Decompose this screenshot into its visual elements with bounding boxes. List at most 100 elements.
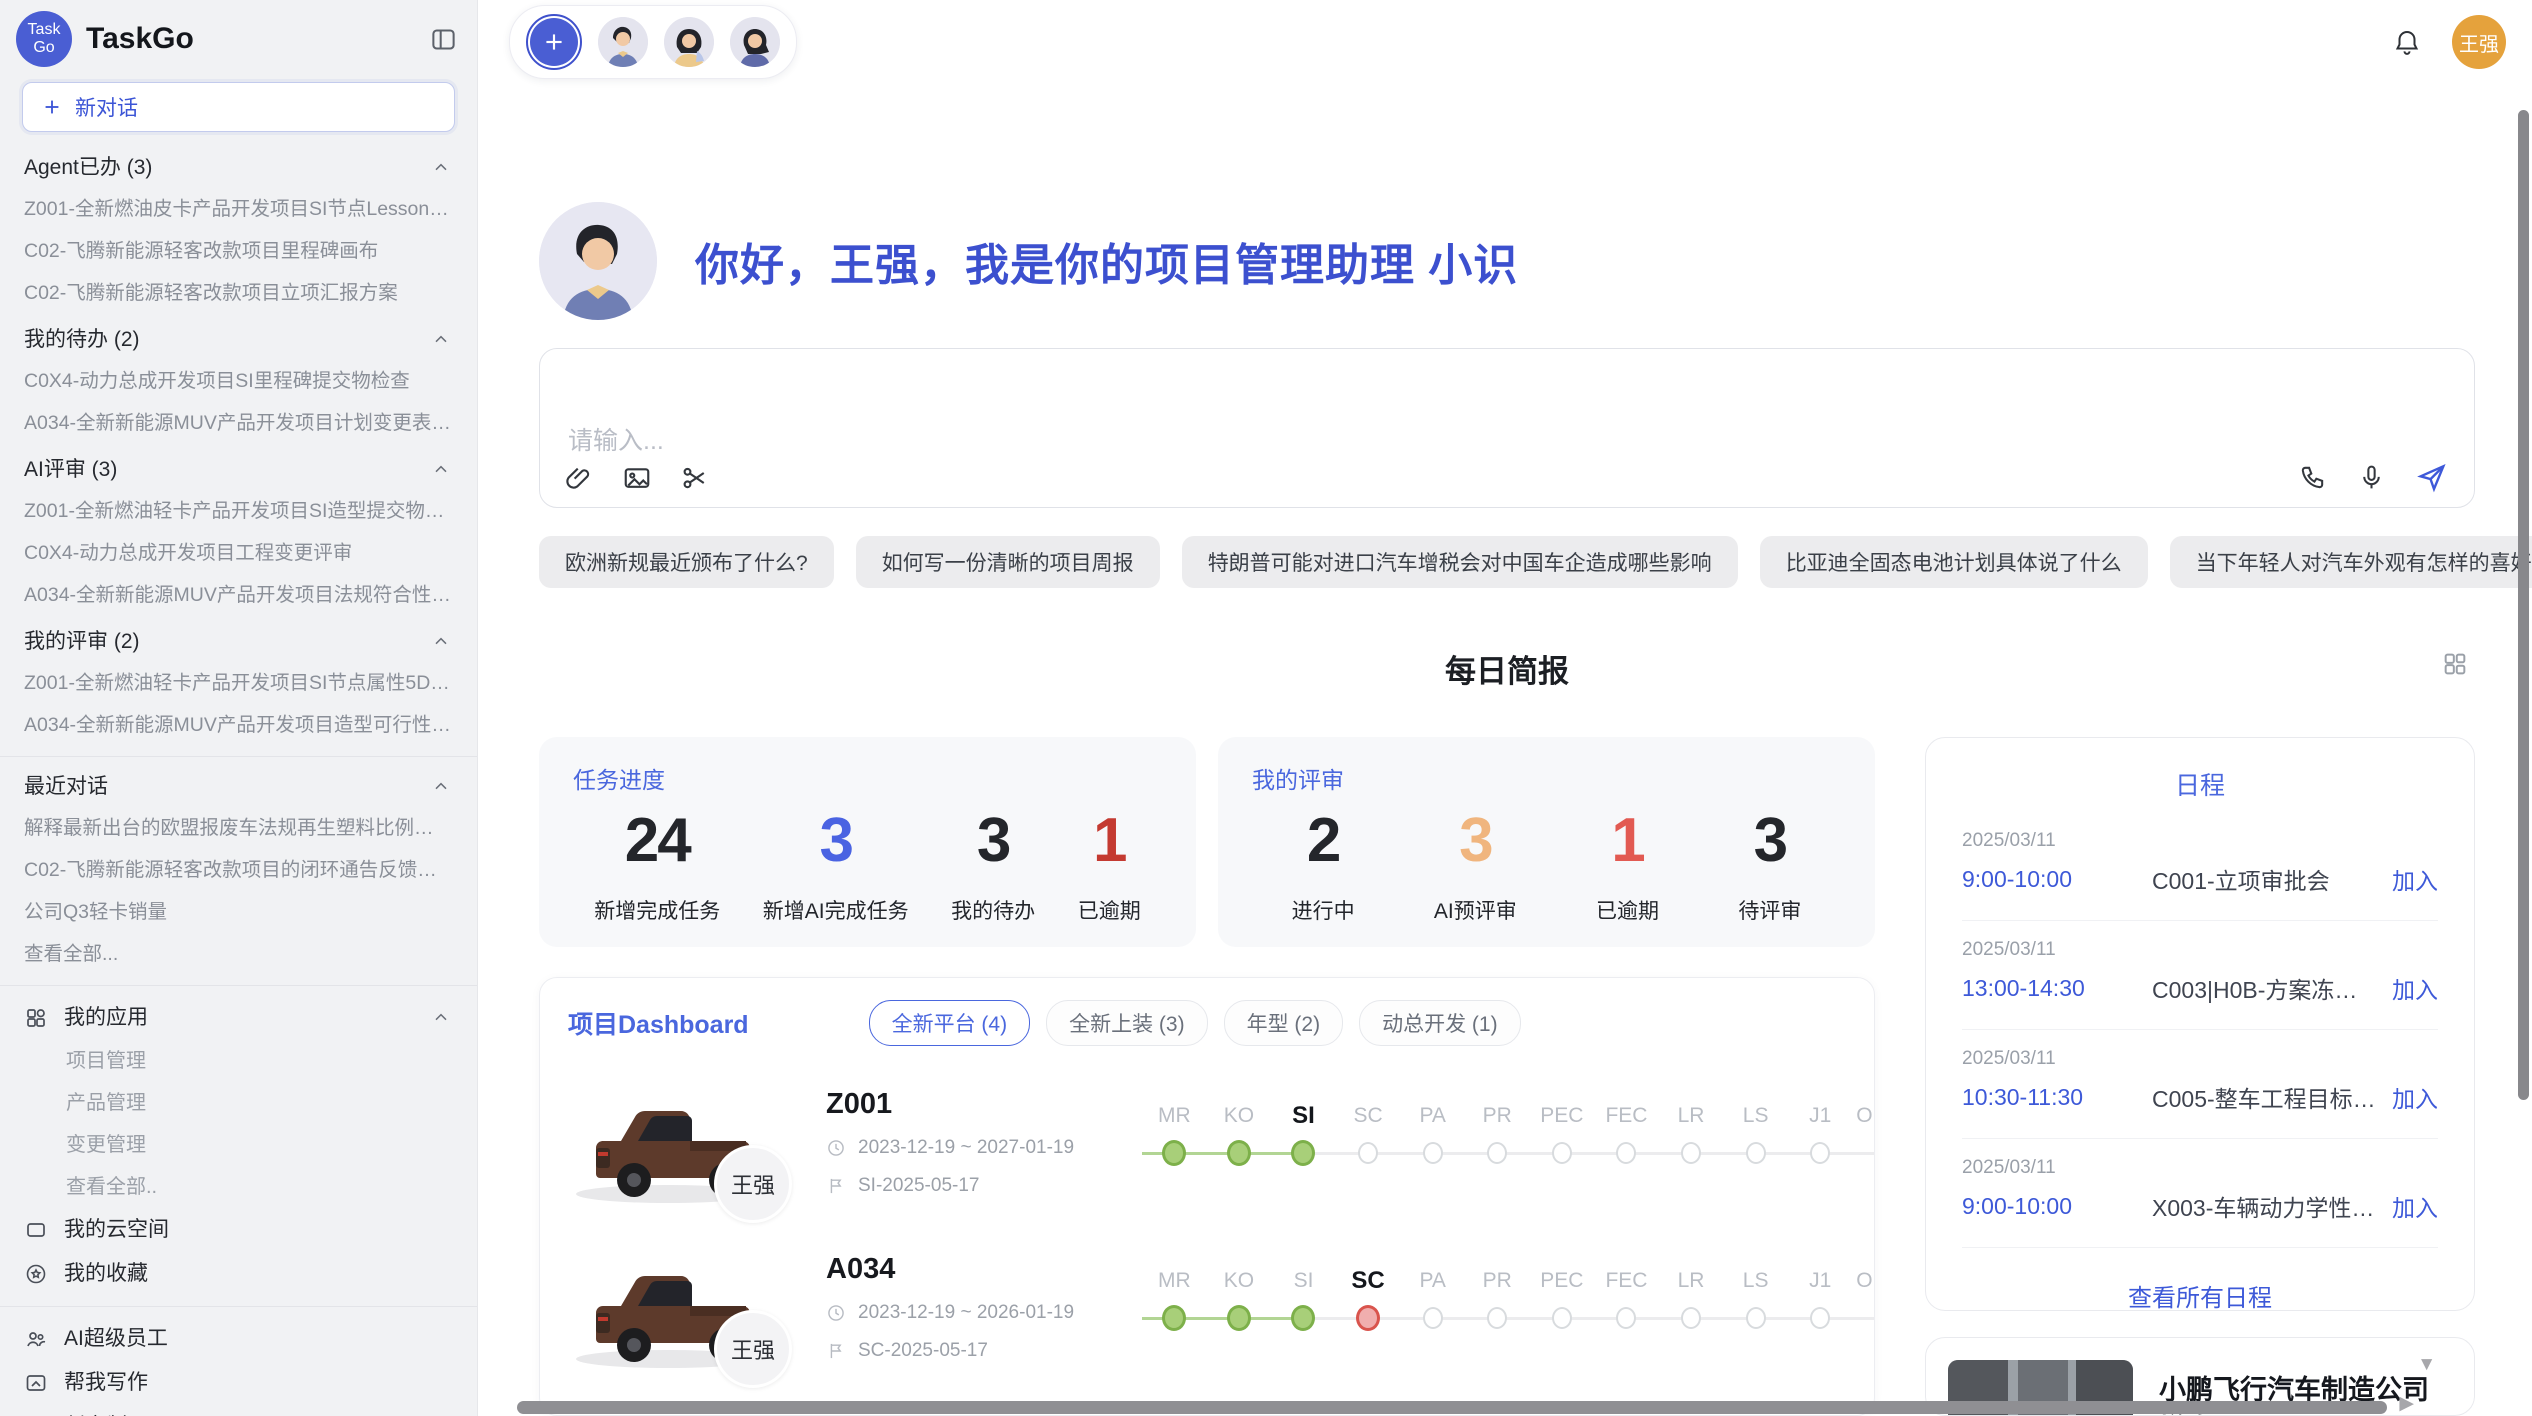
milestone-label: KO: [1224, 1100, 1254, 1132]
dashboard-filter-chip[interactable]: 全新上装 (3): [1046, 1000, 1208, 1046]
creative-draw-label: 创意制图: [64, 1405, 148, 1416]
image-upload-icon[interactable]: [622, 463, 652, 493]
join-meeting-link[interactable]: 加入: [2392, 862, 2438, 896]
sidebar-item-help-write[interactable]: 帮我写作: [0, 1361, 477, 1405]
conversation-item[interactable]: A034-全新新能源MUV产品开发项目计划变更表编写: [0, 402, 477, 444]
project-owner-badge: 王强: [714, 1310, 792, 1388]
recent-header[interactable]: 最近对话: [0, 767, 477, 807]
section-label: 我的评审 (2): [24, 622, 140, 662]
app-subitem[interactable]: 查看全部..: [0, 1166, 477, 1208]
milestone-label: KO: [1224, 1265, 1254, 1297]
conversation-item[interactable]: C0X4-动力总成开发项目SI里程碑提交物检查: [0, 360, 477, 402]
vertical-scrollbar[interactable]: [2518, 110, 2529, 1100]
assistant-avatar-3[interactable]: [730, 17, 780, 67]
project-code: A034: [826, 1253, 1126, 1286]
sidebar-item-cloud-space[interactable]: 我的云空间: [0, 1208, 477, 1252]
app-subitem[interactable]: 项目管理: [0, 1040, 477, 1082]
schedule-time: 9:00-10:00: [1962, 1193, 2152, 1220]
suggestion-chip[interactable]: 特朗普可能对进口汽车增税会对中国车企造成哪些影响: [1182, 536, 1738, 588]
divider: [0, 756, 477, 757]
horizontal-scrollbar[interactable]: [517, 1401, 2387, 1414]
conversation-item[interactable]: C02-飞腾新能源轻客改款项目里程碑画布: [0, 230, 477, 272]
add-assistant-button[interactable]: [530, 18, 578, 66]
user-avatar[interactable]: 王强: [2452, 15, 2506, 69]
scroll-down-arrow[interactable]: ▼: [2417, 1354, 2436, 1376]
section-header-3[interactable]: 我的评审 (2): [0, 622, 477, 662]
phone-call-icon[interactable]: [2298, 463, 2327, 492]
suggestion-chip[interactable]: 比亚迪全固态电池计划具体说了什么: [1760, 536, 2148, 588]
assistant-avatar-2[interactable]: [664, 17, 714, 67]
dashboard-filter-chip[interactable]: 年型 (2): [1224, 1000, 1344, 1046]
scissors-icon[interactable]: [680, 463, 710, 493]
chevron-up-icon[interactable]: [431, 460, 451, 480]
milestone: SI: [1271, 1265, 1336, 1331]
milestone-label: MR: [1158, 1265, 1191, 1297]
stat-card-title: 我的评审: [1252, 761, 1841, 795]
project-row[interactable]: 王强A0342023-12-19 ~ 2026-01-19SC-2025-05-…: [568, 1251, 1846, 1376]
join-meeting-link[interactable]: 加入: [2392, 1080, 2438, 1114]
assistant-avatar-1[interactable]: [598, 17, 648, 67]
app-subitem[interactable]: 产品管理: [0, 1082, 477, 1124]
milestone-dot-todo: [1423, 1142, 1443, 1164]
suggestion-chip[interactable]: 欧洲新规最近颁布了什么?: [539, 536, 834, 588]
project-code: Z001: [826, 1088, 1126, 1121]
recent-conversation-item[interactable]: C02-飞腾新能源轻客改款项目的闭环通告反馈情况: [0, 849, 477, 891]
writing-icon: [24, 1371, 48, 1395]
milestone-columns: MRKOSISCPAPRPECFECLRLSJ1OKTB: [1142, 1100, 1875, 1166]
dashboard-title: 项目Dashboard: [568, 1005, 749, 1041]
dashboard-filter-chip[interactable]: 动总开发 (1): [1359, 1000, 1521, 1046]
project-next-milestone: SC-2025-05-17: [826, 1340, 1126, 1362]
section-header-1[interactable]: 我的待办 (2): [0, 320, 477, 360]
apps-grid-icon: [24, 1006, 48, 1030]
microphone-icon[interactable]: [2357, 463, 2386, 492]
milestone-label: SC: [1351, 1265, 1384, 1297]
milestone: KO: [1207, 1265, 1272, 1331]
app-subitem[interactable]: 变更管理: [0, 1124, 477, 1166]
scroll-right-arrow[interactable]: ▶: [2399, 1392, 2414, 1415]
project-row[interactable]: 王强Z0012023-12-19 ~ 2027-01-19SI-2025-05-…: [568, 1086, 1846, 1211]
project-date-range: 2023-12-19 ~ 2026-01-19: [826, 1302, 1126, 1324]
dashboard-filter-chip[interactable]: 全新平台 (4): [869, 1000, 1031, 1046]
conversation-item[interactable]: A034-全新新能源MUV产品开发项目造型可行性评审: [0, 704, 477, 746]
send-icon[interactable]: [2416, 461, 2448, 493]
view-all-conversations-link[interactable]: 查看全部...: [0, 933, 477, 975]
chevron-up-icon[interactable]: [431, 777, 451, 797]
app-title: TaskGo: [86, 22, 430, 56]
suggestion-chip[interactable]: 当下年轻人对汽车外观有怎样的喜好趋势: [2170, 536, 2532, 588]
chevron-up-icon[interactable]: [431, 158, 451, 178]
notifications-bell-icon[interactable]: [2392, 27, 2422, 57]
recent-conversation-item[interactable]: 公司Q3轻卡销量: [0, 891, 477, 933]
chevron-up-icon[interactable]: [431, 632, 451, 652]
chevron-up-icon[interactable]: [431, 1008, 451, 1028]
conversation-item[interactable]: C02-飞腾新能源轻客改款项目立项汇报方案: [0, 272, 477, 314]
chevron-up-icon[interactable]: [431, 330, 451, 350]
sidebar-item-creative-draw[interactable]: 创意制图: [0, 1405, 477, 1416]
conversation-item[interactable]: C0X4-动力总成开发项目工程变更评审: [0, 532, 477, 574]
stat-label: 已逾期: [1596, 895, 1659, 925]
join-meeting-link[interactable]: 加入: [2392, 1189, 2438, 1223]
conversation-item[interactable]: Z001-全新燃油轻卡产品开发项目SI造型提交物评审: [0, 490, 477, 532]
schedule-title: 日程: [1962, 766, 2438, 802]
conversation-item[interactable]: Z001-全新燃油皮卡产品开发项目SI节点Lesson Learn报告: [0, 188, 477, 230]
milestone: J1: [1788, 1265, 1853, 1331]
join-meeting-link[interactable]: 加入: [2392, 971, 2438, 1005]
sidebar-item-my-apps[interactable]: 我的应用: [0, 996, 477, 1040]
section-header-2[interactable]: AI评审 (3): [0, 450, 477, 490]
layout-grid-icon[interactable]: [2441, 650, 2469, 678]
attachment-icon[interactable]: [564, 463, 594, 493]
section-header-0[interactable]: Agent已办 (3): [0, 148, 477, 188]
sidebar-item-ai-staff[interactable]: AI超级员工: [0, 1317, 477, 1361]
sidebar-item-favorites[interactable]: 我的收藏: [0, 1252, 477, 1296]
view-all-schedule-link[interactable]: 查看所有日程: [1962, 1266, 2438, 1311]
new-chat-button[interactable]: 新对话: [22, 82, 455, 132]
collapse-sidebar-icon[interactable]: [430, 26, 457, 53]
cloud-space-icon: [24, 1218, 48, 1242]
stat-label: 新增AI完成任务: [763, 895, 909, 925]
suggestion-chip[interactable]: 如何写一份清晰的项目周报: [856, 536, 1160, 588]
divider: [0, 1306, 477, 1307]
stat-value: 2: [1292, 805, 1355, 877]
conversation-item[interactable]: A034-全新新能源MUV产品开发项目法规符合性评审: [0, 574, 477, 616]
conversation-item[interactable]: Z001-全新燃油轻卡产品开发项目SI节点属性5D文件评审: [0, 662, 477, 704]
recent-conversation-item[interactable]: 解释最新出台的欧盟报废车法规再生塑料比例被调至15%...: [0, 807, 477, 849]
message-composer[interactable]: 请输入...: [539, 348, 2475, 508]
